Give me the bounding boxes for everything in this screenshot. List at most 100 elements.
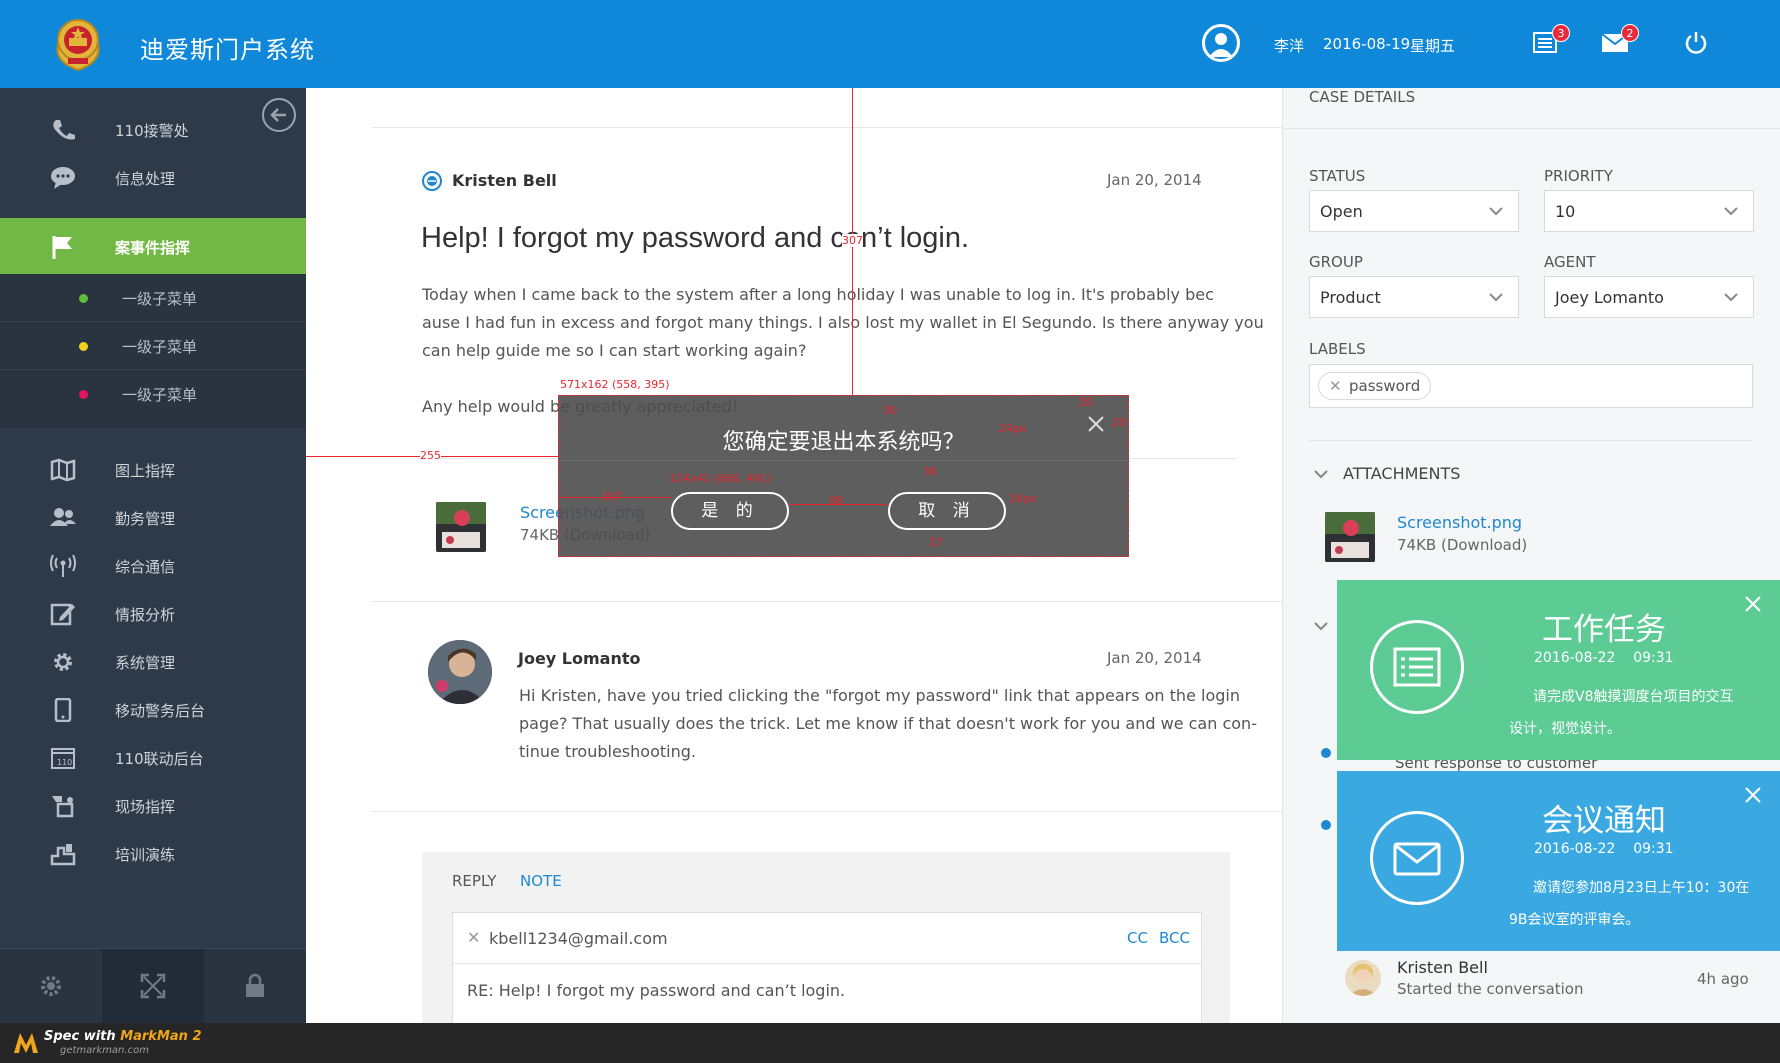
people-icon [50, 508, 76, 526]
chevron-down-icon[interactable] [1313, 468, 1329, 480]
user-icon[interactable] [1202, 24, 1240, 62]
message-source-icon [422, 171, 442, 191]
attachment-size[interactable]: 74KB (Download) [1397, 536, 1527, 554]
reply-composer: REPLY NOTE ✕ kbell1234@gmail.com CC BCC … [422, 852, 1230, 1023]
spec-measure-label: 20 [1079, 396, 1093, 409]
expand-icon [140, 973, 166, 999]
scene-icon [52, 796, 74, 818]
police-emblem-icon[interactable] [50, 14, 106, 72]
sidebar-item-duty-management[interactable]: 勤务管理 [0, 494, 306, 542]
sidebar-item-system-management[interactable]: 系统管理 [0, 638, 306, 686]
sidebar-item-label: 勤务管理 [115, 510, 176, 528]
group-value: Product [1320, 288, 1381, 307]
recipient-email[interactable]: kbell1234@gmail.com [489, 929, 668, 948]
svg-text:110: 110 [57, 758, 72, 767]
label-chip[interactable]: ✕ password [1318, 372, 1432, 400]
cancel-button[interactable]: 取 消 [888, 492, 1006, 530]
sidebar-item-map-command[interactable]: 图上指挥 [0, 446, 306, 494]
chevron-down-icon[interactable] [1313, 620, 1329, 632]
notification-time: 2016-08-22 09:31 [1534, 650, 1674, 666]
remove-recipient-icon[interactable]: ✕ [467, 928, 480, 947]
sidebar-item-communication[interactable]: 综合通信 [0, 542, 306, 590]
logout-button[interactable] [1683, 30, 1711, 56]
attachment-thumbnail[interactable] [436, 502, 486, 552]
attachment-thumbnail[interactable] [1325, 512, 1375, 562]
status-value: Open [1320, 202, 1363, 221]
message-body-line: page? That usually does the trick. Let m… [519, 714, 1257, 733]
submenu-item[interactable]: 一级子菜单 [0, 274, 306, 322]
notification-date: 2016-08-22 [1534, 650, 1616, 666]
avatar [1345, 960, 1381, 996]
priority-select[interactable]: 10 [1544, 190, 1754, 232]
app-title: 迪爱斯门户系统 [140, 36, 315, 64]
sidebar-item-label: 情报分析 [115, 606, 176, 624]
close-icon[interactable] [1745, 787, 1761, 803]
map-icon [50, 458, 76, 482]
labels-input[interactable]: ✕ password [1309, 364, 1753, 408]
top-header: 迪爱斯门户系统 李洋 2016-08-19 星期五 3 2 [0, 0, 1780, 88]
message-author[interactable]: Kristen Bell [452, 171, 557, 190]
group-select[interactable]: Product [1309, 276, 1519, 318]
attachment-link[interactable]: Screenshot.png [1397, 513, 1522, 532]
divider [453, 963, 1201, 964]
message-body-line: tinue troubleshooting. [519, 742, 696, 761]
sidebar-item-mobile-backend[interactable]: 移动警务后台 [0, 686, 306, 734]
notification-body: 设计，视觉设计。 [1509, 721, 1621, 737]
priority-value: 10 [1555, 202, 1576, 221]
message-body: Hi Kristen, have you tried clicking the … [519, 682, 1257, 766]
mail-button[interactable]: 2 [1601, 24, 1639, 56]
priority-label: PRIORITY [1544, 167, 1613, 185]
tasks-badge: 3 [1552, 24, 1570, 42]
spec-guide-horizontal [559, 497, 671, 498]
tab-reply[interactable]: REPLY [452, 872, 496, 890]
sidebar-item-110-alarm[interactable]: 110接警处 [0, 106, 306, 154]
close-icon[interactable] [1086, 414, 1106, 434]
sidebar-item-intel-analysis[interactable]: 情报分析 [0, 590, 306, 638]
notification-time: 2016-08-22 09:31 [1534, 841, 1674, 857]
spec-button-size: 124x41 (666, 491) [669, 472, 772, 485]
submenu-item[interactable]: 一级子菜单 [0, 322, 306, 370]
tab-note[interactable]: NOTE [520, 872, 562, 890]
settings-button[interactable] [0, 949, 102, 1024]
markman-url[interactable]: getmarkman.com [60, 1045, 149, 1056]
agent-select[interactable]: Joey Lomanto [1544, 276, 1754, 318]
sidebar-item-info-processing[interactable]: 信息处理 [0, 154, 306, 202]
divider [372, 127, 1282, 128]
tasks-button[interactable]: 3 [1532, 24, 1570, 56]
activity-author[interactable]: Kristen Bell [1397, 958, 1488, 977]
notification-body: 邀请您参加8月23日上午10：30在 [1533, 880, 1750, 896]
user-name[interactable]: 李洋 [1274, 35, 1304, 56]
fullscreen-button[interactable] [102, 949, 204, 1024]
remove-label-icon[interactable]: ✕ [1329, 373, 1342, 399]
spec-measure-label: 27 [929, 536, 943, 549]
status-select[interactable]: Open [1309, 190, 1519, 232]
notification-clock: 09:31 [1633, 841, 1674, 857]
notification-clock: 09:31 [1633, 650, 1674, 666]
message-body-line: Today when I came back to the system aft… [422, 285, 1214, 304]
labels-label: LABELS [1309, 340, 1366, 358]
sidebar-item-110-linkage[interactable]: 110 110联动后台 [0, 734, 306, 782]
dialog-title: 您确定要退出本系统吗？ [722, 430, 965, 455]
agent-label: AGENT [1544, 253, 1596, 271]
close-icon[interactable] [1745, 596, 1761, 612]
sidebar-item-case-command[interactable]: 案事件指挥 [0, 218, 306, 276]
submenu: 一级子菜单 一级子菜单 一级子菜单 [0, 274, 306, 428]
message-author[interactable]: Joey Lomanto [518, 649, 640, 668]
avatar-photo [428, 640, 492, 704]
spec-measure-label: 30 [883, 404, 897, 417]
sidebar-item-scene-command[interactable]: 现场指挥 [0, 782, 306, 830]
subject-field[interactable]: RE: Help! I forgot my password and can’t… [467, 981, 845, 1000]
sidebar-item-training[interactable]: 培训演练 [0, 830, 306, 878]
notification-work-task[interactable]: 工作任务 2016-08-22 09:31 请完成V8触摸调度台项目的交互 设计… [1337, 580, 1780, 760]
status-dot [79, 390, 88, 399]
chevron-down-icon [1724, 293, 1738, 302]
confirm-button[interactable]: 是 的 [671, 492, 789, 530]
lock-button[interactable] [204, 949, 306, 1024]
divider [372, 601, 1282, 602]
submenu-item[interactable]: 一级子菜单 [0, 370, 306, 418]
sidebar-item-label: 信息处理 [115, 170, 176, 188]
attachments-title[interactable]: ATTACHMENTS [1343, 464, 1460, 483]
notification-meeting[interactable]: 会议通知 2016-08-22 09:31 邀请您参加8月23日上午10：30在… [1337, 771, 1780, 951]
bcc-button[interactable]: BCC [1159, 929, 1190, 947]
cc-button[interactable]: CC [1127, 929, 1148, 947]
